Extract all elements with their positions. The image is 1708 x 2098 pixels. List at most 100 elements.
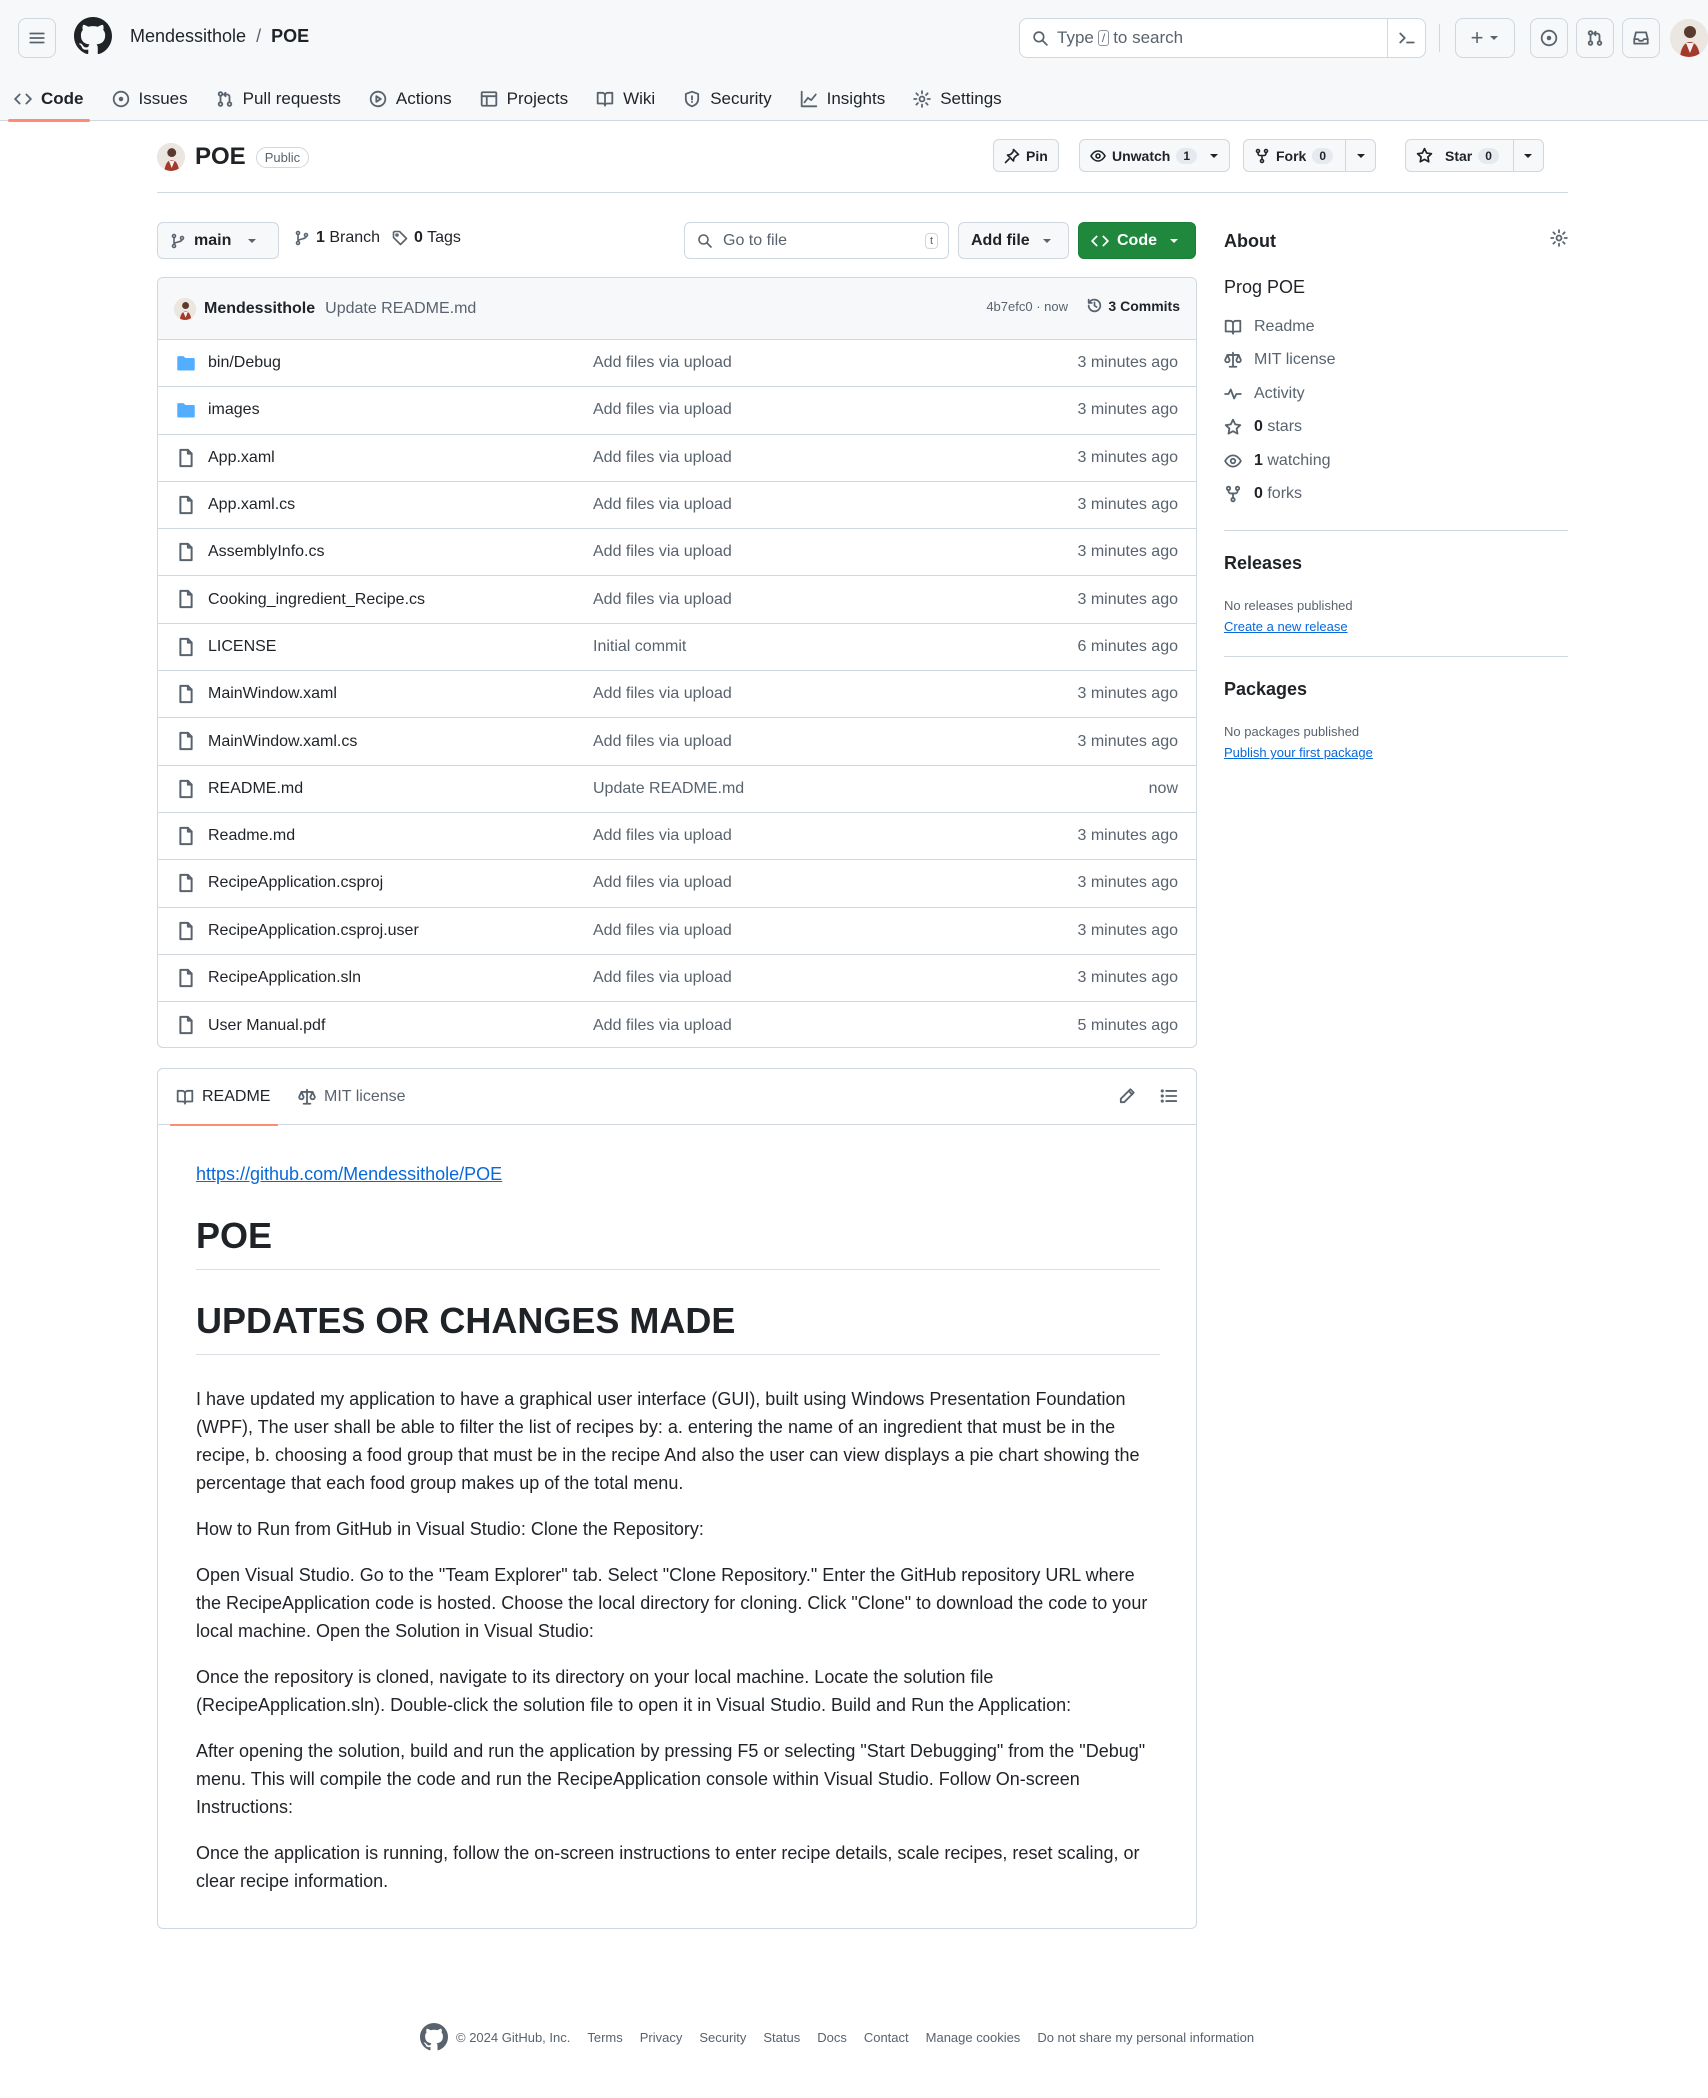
footer-link[interactable]: Security	[699, 2030, 746, 2045]
file-commit-message[interactable]: Initial commit	[593, 638, 686, 656]
releases-heading[interactable]: Releases	[1224, 553, 1302, 574]
file-name[interactable]: MainWindow.xaml	[208, 685, 337, 703]
tags-link[interactable]: 0 Tags	[392, 229, 461, 247]
file-name[interactable]: README.md	[208, 780, 303, 798]
pencil-icon[interactable]	[1118, 1087, 1136, 1105]
file-name[interactable]: RecipeApplication.csproj	[208, 874, 383, 892]
footer-link[interactable]: Privacy	[640, 2030, 683, 2045]
tab-projects[interactable]: Projects	[466, 76, 582, 121]
file-row[interactable]: RecipeApplication.csproj.user Add files v…	[158, 908, 1196, 955]
file-name[interactable]: User Manual.pdf	[208, 1017, 325, 1035]
command-palette-button[interactable]	[1387, 19, 1425, 57]
tab-insights[interactable]: Insights	[786, 76, 900, 121]
github-logo-icon[interactable]	[74, 17, 112, 55]
footer-link[interactable]: Manage cookies	[926, 2030, 1021, 2045]
github-logo-icon[interactable]	[420, 2023, 448, 2051]
file-row[interactable]: images Add files via upload 3 minutes ago	[158, 387, 1196, 435]
tab-code[interactable]: Code	[0, 76, 98, 122]
tab-settings[interactable]: Settings	[899, 76, 1015, 121]
file-commit-message[interactable]: Update README.md	[593, 780, 744, 798]
branches-link[interactable]: 1 Branch	[294, 229, 380, 247]
tab-security[interactable]: Security	[669, 76, 785, 121]
your-issues-button[interactable]	[1530, 18, 1568, 58]
star-button[interactable]: Star 0	[1405, 139, 1544, 172]
file-commit-message[interactable]: Add files via upload	[593, 827, 732, 845]
go-to-file-input[interactable]: Go to file t	[684, 222, 949, 259]
file-row[interactable]: App.xaml.cs Add files via upload 3 minutes…	[158, 482, 1196, 530]
file-row[interactable]: App.xaml Add files via upload 3 minutes ag…	[158, 435, 1196, 482]
file-name[interactable]: RecipeApplication.sln	[208, 969, 361, 987]
your-pull-requests-button[interactable]	[1576, 18, 1614, 58]
branch-selector-button[interactable]: main	[157, 222, 279, 259]
file-commit-message[interactable]: Add files via upload	[593, 591, 732, 609]
file-row[interactable]: Readme.md Add files via upload 3 minutes a…	[158, 813, 1196, 861]
list-icon[interactable]	[1160, 1087, 1178, 1105]
file-row[interactable]: AssemblyInfo.cs Add files via upload 3 min…	[158, 529, 1196, 577]
file-commit-message[interactable]: Add files via upload	[593, 733, 732, 751]
fork-button[interactable]: Fork 0	[1243, 139, 1377, 172]
file-name[interactable]: Readme.md	[208, 827, 295, 845]
add-file-button[interactable]: Add file	[958, 222, 1069, 259]
file-row[interactable]: MainWindow.xaml Add files via upload 3 min…	[158, 671, 1196, 719]
tab-readme[interactable]: README	[169, 1069, 279, 1126]
file-commit-message[interactable]: Add files via upload	[593, 922, 732, 940]
file-row[interactable]: Cooking_ingredient_Recipe.cs Add files vi…	[158, 576, 1196, 624]
user-avatar[interactable]	[1670, 19, 1708, 57]
footer-link[interactable]: Contact	[864, 2030, 909, 2045]
tab-actions[interactable]: Actions	[355, 76, 466, 121]
owner-avatar[interactable]	[157, 143, 185, 171]
file-commit-message[interactable]: Add files via upload	[593, 874, 732, 892]
star-dropdown[interactable]	[1512, 140, 1543, 171]
file-commit-message[interactable]: Add files via upload	[593, 496, 732, 514]
file-name[interactable]: bin/Debug	[208, 354, 281, 372]
hamburger-menu-button[interactable]	[18, 18, 56, 58]
file-commit-message[interactable]: Add files via upload	[593, 685, 732, 703]
readme-repo-link[interactable]: https://github.com/Mendessithole/POE	[196, 1164, 502, 1184]
stars-link[interactable]: 0 stars	[1224, 418, 1302, 436]
file-commit-message[interactable]: Add files via upload	[593, 543, 732, 561]
file-name[interactable]: images	[208, 401, 260, 419]
file-commit-message[interactable]: Add files via upload	[593, 969, 732, 987]
readme-link[interactable]: Readme	[1224, 318, 1314, 336]
file-name[interactable]: AssemblyInfo.cs	[208, 543, 324, 561]
unwatch-button[interactable]: Unwatch 1	[1079, 139, 1231, 172]
pin-button[interactable]: Pin	[993, 139, 1059, 172]
forks-link[interactable]: 0 forks	[1224, 485, 1302, 503]
footer-link[interactable]: Status	[763, 2030, 800, 2045]
footer-link[interactable]: Do not share my personal information	[1037, 2030, 1254, 2045]
create-release-link[interactable]: Create a new release	[1224, 619, 1348, 634]
file-row[interactable]: bin/Debug Add files via upload 3 minutes a…	[158, 340, 1196, 388]
commit-author-avatar[interactable]	[174, 297, 196, 320]
fork-dropdown[interactable]	[1345, 140, 1375, 171]
file-row[interactable]: LICENSE Initial commit 6 minutes ago	[158, 624, 1196, 672]
commits-history-link[interactable]: 3 Commits	[1086, 297, 1180, 314]
watching-link[interactable]: 1 watching	[1224, 452, 1331, 470]
file-commit-message[interactable]: Add files via upload	[593, 1017, 732, 1035]
publish-package-link[interactable]: Publish your first package	[1224, 745, 1373, 760]
file-row[interactable]: README.md Update README.md now	[158, 766, 1196, 813]
breadcrumb-owner[interactable]: Mendessithole	[130, 26, 246, 47]
commit-message[interactable]: Update README.md	[325, 300, 476, 318]
tab-license[interactable]: MIT license	[298, 1069, 406, 1125]
file-row[interactable]: RecipeApplication.sln Add files via uploa…	[158, 955, 1196, 1003]
gear-icon[interactable]	[1550, 229, 1568, 247]
commit-author[interactable]: Mendessithole	[204, 300, 315, 318]
file-name[interactable]: LICENSE	[208, 638, 276, 656]
file-name[interactable]: RecipeApplication.csproj.user	[208, 922, 419, 940]
code-button[interactable]: Code	[1078, 222, 1196, 259]
breadcrumb-repo[interactable]: POE	[271, 26, 309, 47]
packages-heading[interactable]: Packages	[1224, 679, 1307, 700]
search-input[interactable]: Type / to search	[1019, 18, 1426, 58]
file-row[interactable]: MainWindow.xaml.cs Add files via upload 3 …	[158, 718, 1196, 766]
license-link[interactable]: MIT license	[1224, 351, 1336, 369]
file-commit-message[interactable]: Add files via upload	[593, 354, 732, 372]
activity-link[interactable]: Activity	[1224, 385, 1305, 403]
create-new-button[interactable]: +	[1455, 18, 1515, 58]
tab-issues[interactable]: Issues	[98, 76, 202, 121]
file-row[interactable]: User Manual.pdf Add files via upload 5 min…	[158, 1002, 1196, 1047]
file-name[interactable]: MainWindow.xaml.cs	[208, 733, 357, 751]
commit-hash-time[interactable]: 4b7efc0 · now	[986, 299, 1068, 314]
file-name[interactable]: App.xaml.cs	[208, 496, 295, 514]
tab-pull-requests[interactable]: Pull requests	[202, 76, 355, 121]
file-name[interactable]: Cooking_ingredient_Recipe.cs	[208, 591, 425, 609]
